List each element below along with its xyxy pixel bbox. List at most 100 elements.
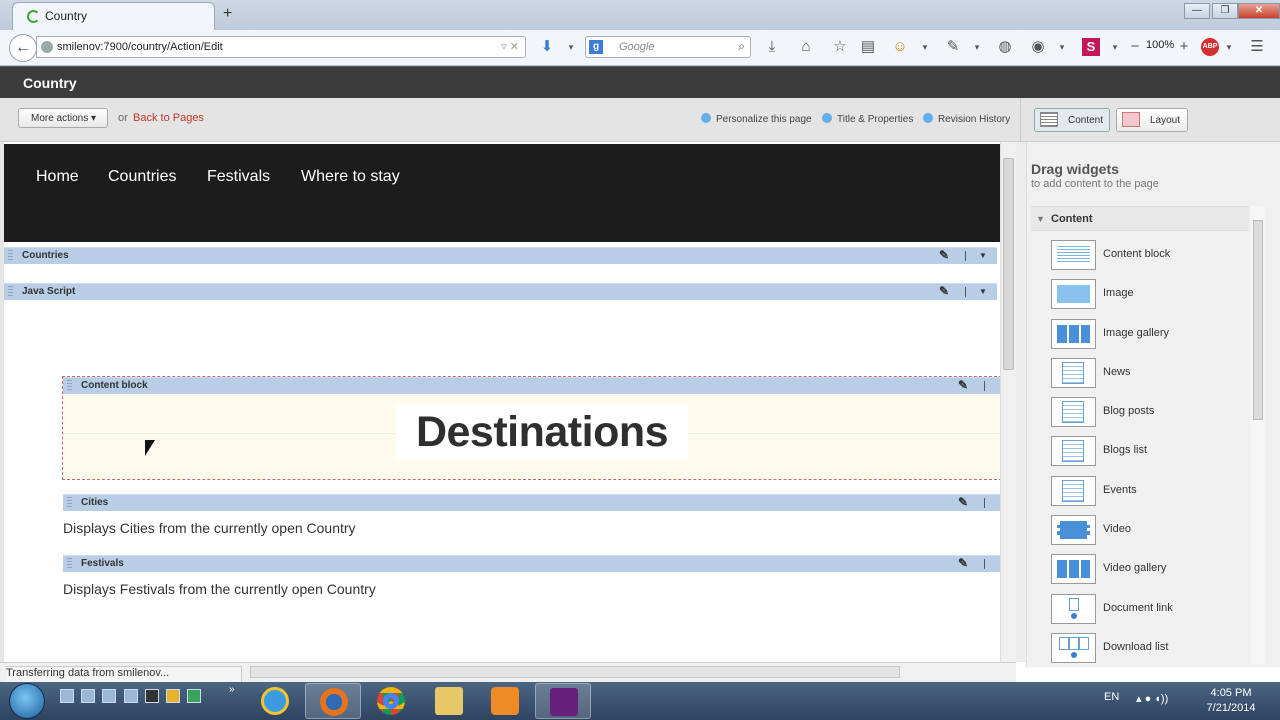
more-actions-button[interactable]: More actions ▾ xyxy=(18,108,108,128)
widget-label: Content block xyxy=(1103,248,1171,260)
minimize-button[interactable]: — xyxy=(1184,3,1210,19)
drag-handle-icon[interactable] xyxy=(67,558,72,570)
url-bar[interactable]: smilenov:7900/country/Action/Edit ▿ ✕ xyxy=(36,36,526,58)
collapse-arrow-icon[interactable]: ▼ xyxy=(1036,214,1045,224)
quick-launch-icon[interactable] xyxy=(102,689,116,703)
quick-launch-icon[interactable] xyxy=(145,689,159,703)
drag-handle-icon[interactable] xyxy=(67,380,72,392)
category-content-header[interactable]: ▼ Content xyxy=(1031,206,1249,231)
widget-item-video-gallery[interactable]: Video gallery xyxy=(1051,554,1231,586)
panel-scrollbar-thumb[interactable] xyxy=(1253,220,1263,420)
edit-pencil-icon[interactable]: ✎ xyxy=(939,284,949,298)
clock[interactable]: 4:05 PM 7/21/2014 xyxy=(1196,686,1266,716)
nav-home[interactable]: Home xyxy=(36,168,79,186)
palette-icon[interactable]: ◍ xyxy=(996,38,1014,56)
widget-item-content-block[interactable]: Content block xyxy=(1051,240,1231,272)
edit-pencil-icon[interactable]: ✎ xyxy=(958,378,968,392)
s-addon-icon[interactable]: S xyxy=(1082,38,1100,56)
nav-festivals[interactable]: Festivals xyxy=(207,168,270,186)
search-icon[interactable]: ⌕ xyxy=(738,39,745,54)
addon-tools-icon[interactable]: ✎ xyxy=(944,38,962,56)
zoom-out-icon[interactable]: − xyxy=(1126,38,1144,56)
layout-mode-button[interactable]: Layout xyxy=(1116,108,1188,132)
taskbar-visual-studio[interactable] xyxy=(535,683,591,719)
taskbar-explorer[interactable] xyxy=(421,683,477,719)
adblock-dropdown-icon[interactable]: ▾ xyxy=(1220,38,1238,56)
widget-bar-javascript[interactable]: Java Script ✎ ▼ xyxy=(4,283,997,300)
widget-bar-festivals[interactable]: Festivals ✎ xyxy=(63,555,1000,572)
show-desktop-icon[interactable] xyxy=(60,689,74,703)
edit-pencil-icon[interactable]: ✎ xyxy=(958,495,968,509)
back-to-pages-link[interactable]: Back to Pages xyxy=(133,112,204,124)
history-dropdown-icon[interactable]: ▾ xyxy=(562,38,580,56)
menu-hamburger-icon[interactable]: ☰ xyxy=(1248,38,1266,56)
quick-launch-icon[interactable] xyxy=(81,689,95,703)
camera-dropdown-icon[interactable]: ▾ xyxy=(1053,38,1071,56)
widget-item-news[interactable]: News xyxy=(1051,358,1231,390)
new-tab-button[interactable]: + xyxy=(223,5,232,23)
widget-bar-content-block[interactable]: Content block ✎ xyxy=(63,377,1000,394)
panel-scrollbar[interactable] xyxy=(1251,206,1265,664)
taskbar-ie[interactable] xyxy=(247,683,303,719)
search-engine-icon[interactable]: g xyxy=(589,40,603,54)
language-indicator[interactable]: EN xyxy=(1104,691,1119,703)
revision-history-link[interactable]: Revision History xyxy=(923,113,1010,125)
bookmarks-list-icon[interactable]: ▤ xyxy=(859,38,877,56)
widget-item-download-list[interactable]: Download list xyxy=(1051,633,1231,665)
url-text[interactable]: smilenov:7900/country/Action/Edit xyxy=(57,41,223,53)
s-addon-dropdown-icon[interactable]: ▾ xyxy=(1106,38,1124,56)
zoom-level[interactable]: 100% xyxy=(1146,39,1174,51)
taskbar-firefox[interactable] xyxy=(305,683,361,719)
download-arrow-icon[interactable]: ⬇ xyxy=(538,38,556,56)
personalize-link[interactable]: Personalize this page xyxy=(701,113,812,125)
separator xyxy=(965,251,966,261)
widget-item-events[interactable]: Events xyxy=(1051,476,1231,508)
nav-where-to-stay[interactable]: Where to stay xyxy=(301,168,400,186)
maximize-button[interactable]: ❐ xyxy=(1212,3,1238,19)
scrollbar-thumb[interactable] xyxy=(1003,158,1014,370)
widget-item-document-link[interactable]: Document link xyxy=(1051,594,1231,626)
taskbar-media[interactable] xyxy=(477,683,533,719)
widget-item-image[interactable]: Image xyxy=(1051,279,1231,311)
close-window-button[interactable]: ✕ xyxy=(1238,3,1280,19)
side-panel-collapse-handle[interactable] xyxy=(1016,142,1026,662)
canvas-vertical-scrollbar[interactable] xyxy=(1000,142,1016,662)
url-dropdown-close-icon[interactable]: ▿ ✕ xyxy=(501,40,519,53)
quick-launch-icon[interactable] xyxy=(166,689,180,703)
addon-dropdown-icon[interactable]: ▾ xyxy=(916,38,934,56)
canvas-horizontal-scrollbar[interactable] xyxy=(250,666,900,678)
system-tray-icons[interactable]: ▴ ● ◖)) xyxy=(1136,692,1168,705)
drag-handle-icon[interactable] xyxy=(67,497,72,509)
widget-bar-cities[interactable]: Cities ✎ xyxy=(63,494,1000,511)
nav-countries[interactable]: Countries xyxy=(108,168,176,186)
adblock-icon[interactable]: ABP xyxy=(1201,38,1219,56)
camera-icon[interactable]: ◉ xyxy=(1029,38,1047,56)
home-icon[interactable]: ⌂ xyxy=(797,38,815,56)
back-button[interactable]: ← xyxy=(9,34,37,62)
downloads-icon[interactable]: ⤓ xyxy=(763,38,781,56)
widget-item-blog-posts[interactable]: Blog posts xyxy=(1051,397,1231,429)
drag-handle-icon[interactable] xyxy=(8,250,13,262)
more-quick-launch-icon[interactable]: » xyxy=(229,684,235,695)
taskbar-chrome[interactable] xyxy=(363,683,419,719)
drag-handle-icon[interactable] xyxy=(8,286,13,298)
widget-item-image-gallery[interactable]: Image gallery xyxy=(1051,319,1231,351)
browser-tab[interactable]: Country xyxy=(12,2,215,30)
bookmark-star-icon[interactable]: ☆ xyxy=(831,38,849,56)
widget-item-video[interactable]: Video xyxy=(1051,515,1231,547)
quick-launch-icon[interactable] xyxy=(124,689,138,703)
quick-launch-icon[interactable] xyxy=(187,689,201,703)
edit-pencil-icon[interactable]: ✎ xyxy=(939,248,949,262)
addon-face-icon[interactable]: ☺ xyxy=(891,38,909,56)
widget-bar-countries[interactable]: Countries ✎ ▼ xyxy=(4,247,997,264)
widget-menu-icon[interactable]: ▼ xyxy=(979,287,987,296)
widget-menu-icon[interactable]: ▼ xyxy=(979,251,987,260)
title-properties-link[interactable]: Title & Properties xyxy=(822,113,913,125)
search-bar[interactable]: g Google ⌕ xyxy=(585,36,751,58)
edit-pencil-icon[interactable]: ✎ xyxy=(958,556,968,570)
tools-dropdown-icon[interactable]: ▾ xyxy=(968,38,986,56)
content-mode-button[interactable]: Content xyxy=(1034,108,1110,132)
start-button[interactable] xyxy=(9,683,45,719)
zoom-in-icon[interactable]: + xyxy=(1175,38,1193,56)
widget-item-blogs-list[interactable]: Blogs list xyxy=(1051,436,1231,468)
